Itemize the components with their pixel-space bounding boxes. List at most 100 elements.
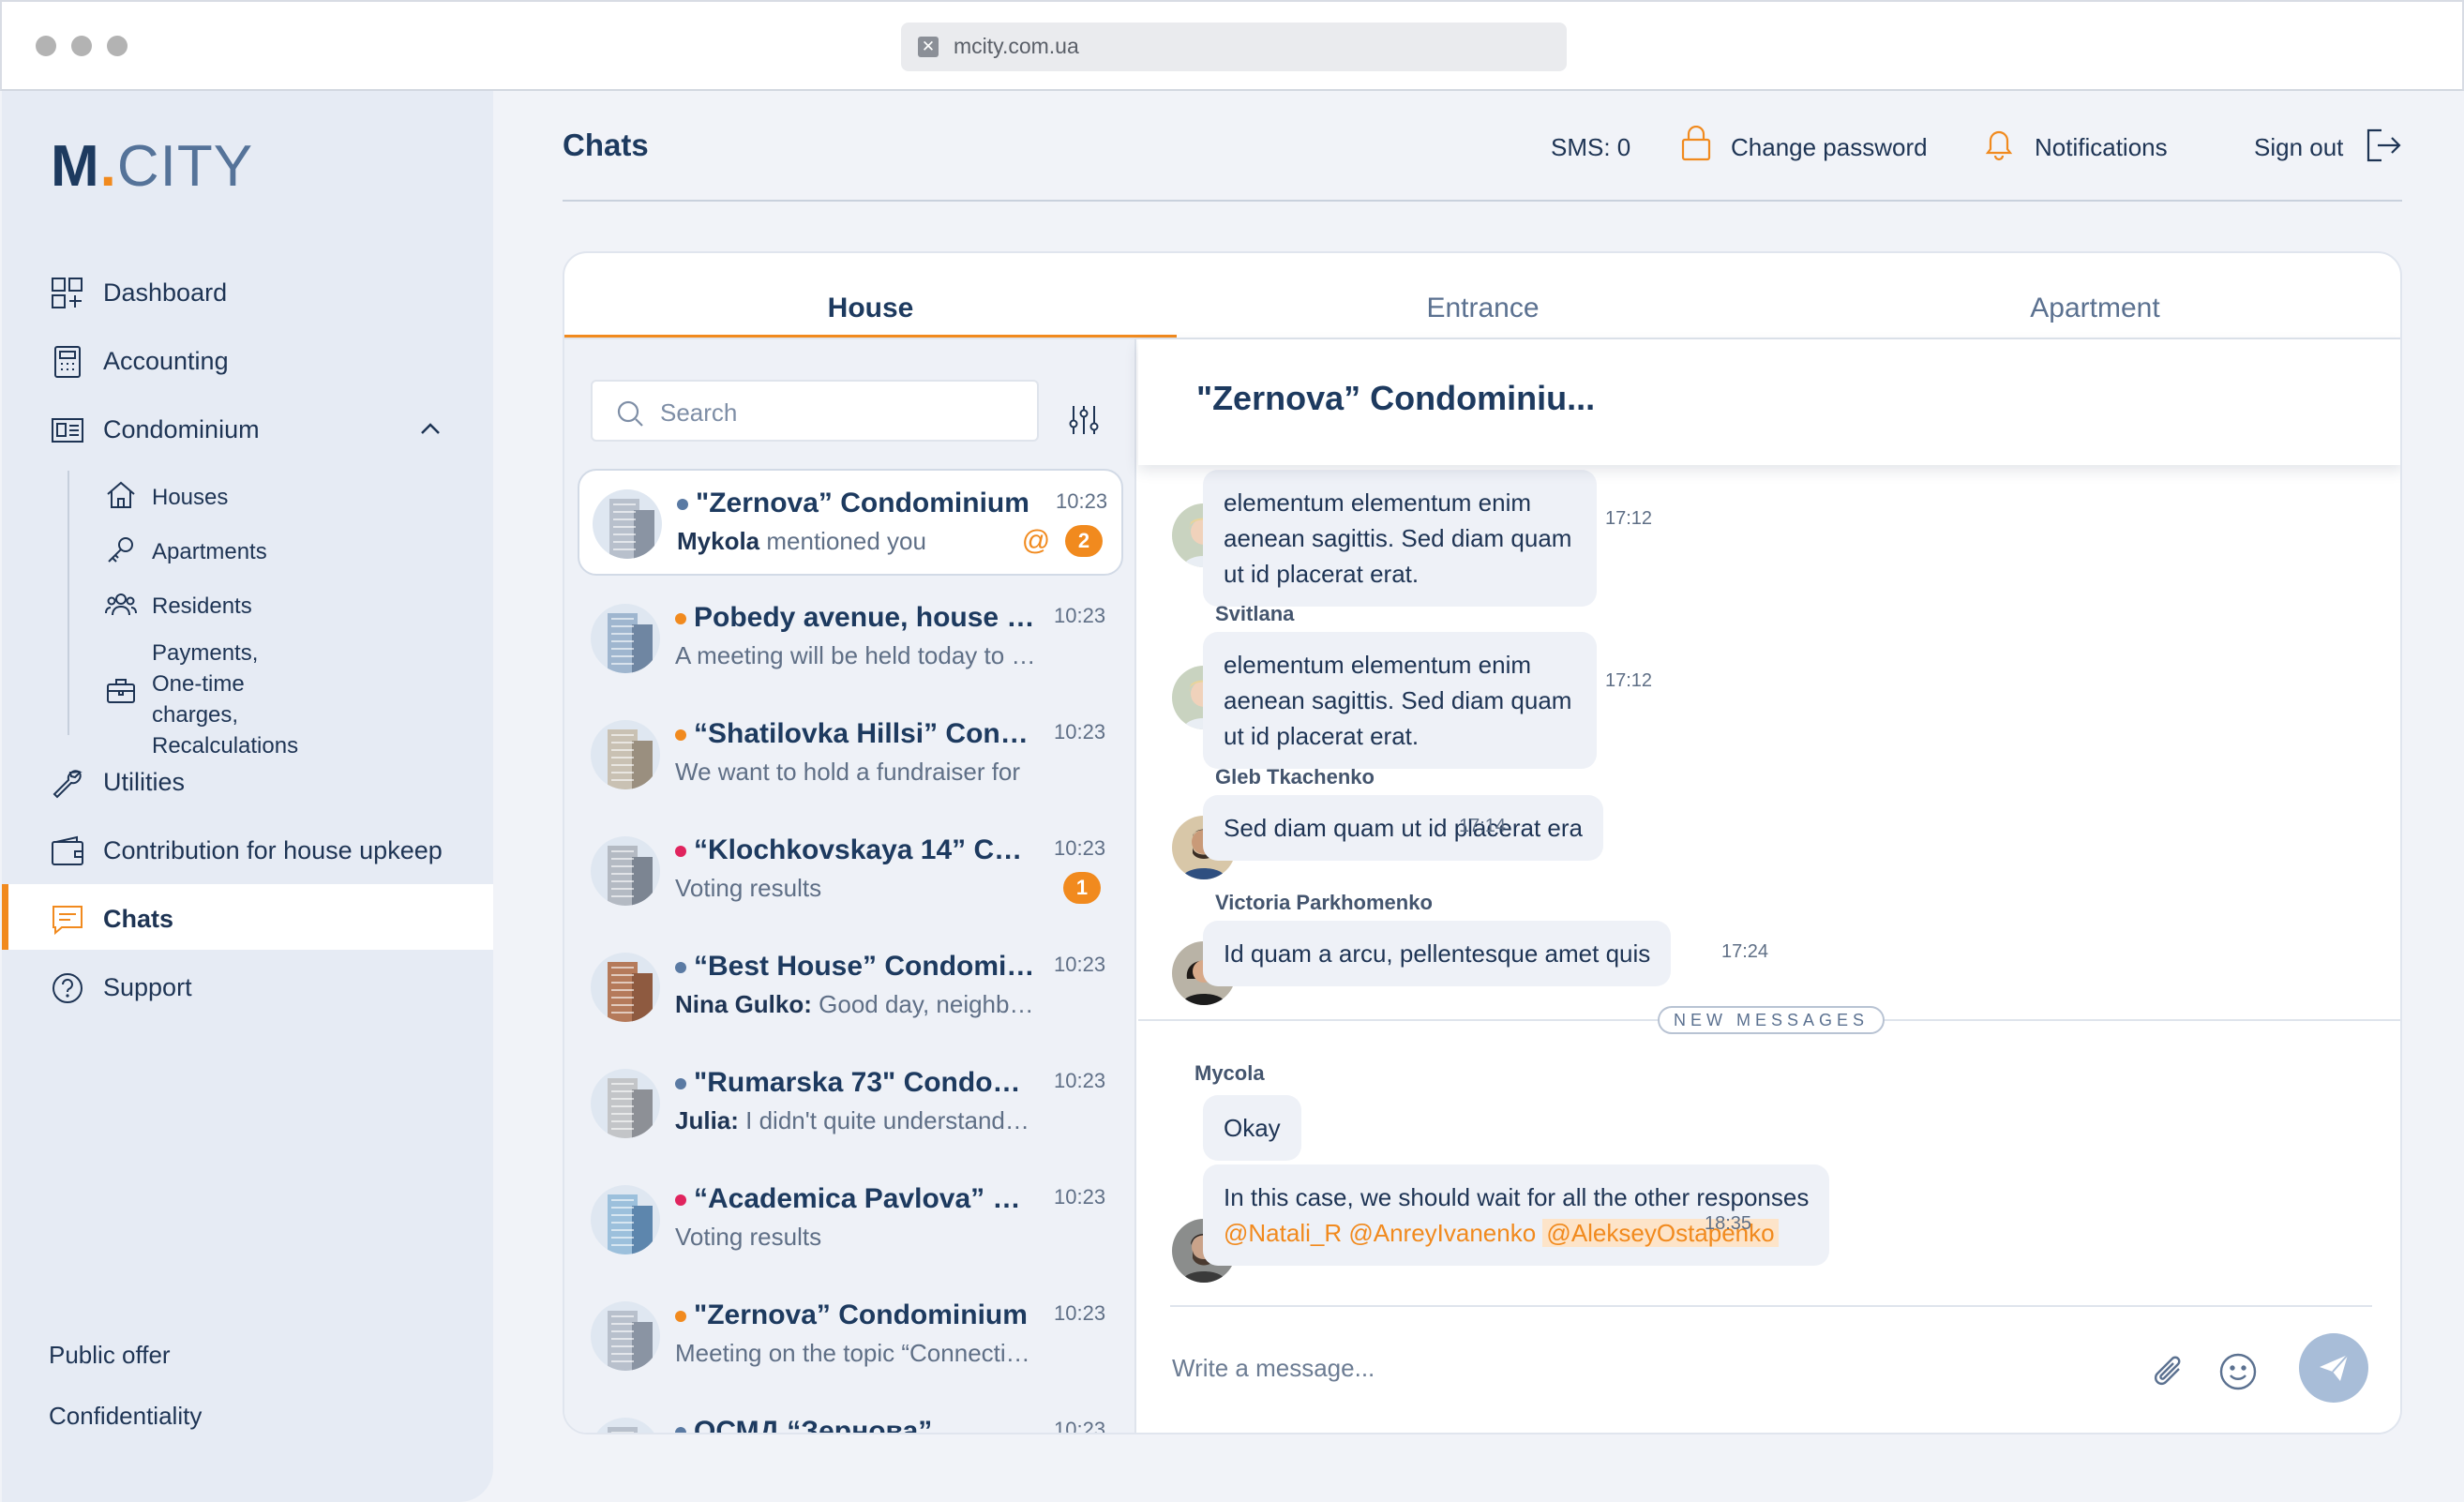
message-sender: Victoria Parkhomenko bbox=[1215, 891, 1433, 914]
address-bar[interactable]: ✕ mcity.com.ua bbox=[901, 23, 1567, 71]
chat-preview: A meeting will be held today to discuss bbox=[675, 641, 1036, 670]
tab-house[interactable]: House bbox=[564, 253, 1177, 338]
chats-card: House Entrance Apartment Search "Zernova… bbox=[563, 251, 2402, 1434]
mention-link[interactable]: @AnreyIvanenko bbox=[1348, 1219, 1536, 1247]
chat-time: 10:23 bbox=[1054, 1069, 1106, 1092]
browser-chrome: ✕ mcity.com.ua bbox=[0, 0, 2464, 91]
chat-avatar bbox=[591, 1069, 660, 1138]
window-close-dot[interactable] bbox=[36, 36, 56, 56]
chat-status-dot bbox=[675, 1078, 686, 1089]
calculator-icon bbox=[54, 346, 81, 378]
search-placeholder: Search bbox=[660, 398, 738, 427]
conversation-panel: "Zernova” Condominiu... elementum elemen… bbox=[1138, 339, 2400, 1433]
chat-preview-text: A meeting will be held today to discuss bbox=[675, 641, 1036, 669]
building-card-icon bbox=[52, 418, 83, 443]
message-bubble: elementum elementum enim aenean sagittis… bbox=[1203, 470, 1597, 607]
filter-settings-icon[interactable] bbox=[1067, 403, 1101, 437]
nav-label: Dashboard bbox=[103, 278, 228, 307]
chat-status-dot bbox=[675, 846, 686, 857]
message-bubble: Okay bbox=[1203, 1095, 1301, 1161]
chat-preview-text: Good day, neighbours bbox=[811, 990, 1036, 1018]
composer-divider bbox=[1170, 1305, 2372, 1307]
window-minimize-dot[interactable] bbox=[71, 36, 92, 56]
window-maximize-dot[interactable] bbox=[107, 36, 128, 56]
chat-status-dot bbox=[675, 1194, 686, 1206]
nav-item-condominium[interactable]: Condominium bbox=[2, 395, 493, 460]
message-input[interactable]: Write a message... bbox=[1172, 1354, 1375, 1383]
chat-preview: Meeting on the topic “Connecting” bbox=[675, 1339, 1036, 1368]
message-text: In this case, we should wait for all the… bbox=[1224, 1183, 1810, 1211]
subnav-guide-line bbox=[68, 471, 69, 735]
chat-list-item[interactable]: “Best House” Condominium Nina Gulko: Good… bbox=[578, 934, 1123, 1041]
chat-icon bbox=[53, 906, 83, 936]
chat-list-item[interactable]: "Zernova” Condominium Meeting on the topi… bbox=[578, 1283, 1123, 1389]
search-input[interactable]: Search bbox=[591, 380, 1039, 442]
emoji-icon[interactable] bbox=[2218, 1352, 2258, 1391]
nav-item-chats[interactable]: Chats bbox=[2, 884, 493, 950]
chat-name: Pobedy avenue, house 12 bbox=[694, 602, 1036, 633]
nav-label: Contribution for house upkeep bbox=[103, 836, 443, 864]
chat-status-dot bbox=[675, 729, 686, 741]
chat-time: 10:23 bbox=[1054, 1418, 1106, 1434]
close-tab-icon[interactable]: ✕ bbox=[918, 37, 939, 57]
message-bubble: Id quam a arcu, pellentesque amet quis bbox=[1203, 921, 1672, 986]
chat-preview-text: Meeting on the topic “Connecting” bbox=[675, 1339, 1036, 1367]
chat-status-dot bbox=[677, 499, 688, 510]
paperclip-icon[interactable] bbox=[2151, 1352, 2188, 1391]
message-sender: Svitlana bbox=[1215, 602, 1295, 625]
chat-list-item[interactable]: "Zernova” Condominium Mykola mentioned yo… bbox=[578, 469, 1123, 576]
tab-apartment[interactable]: Apartment bbox=[1789, 253, 2400, 338]
chat-list-item[interactable]: ОСМД “Зернова” 10:23 bbox=[578, 1399, 1123, 1434]
chat-time: 10:23 bbox=[1056, 489, 1108, 513]
tab-entrance[interactable]: Entrance bbox=[1177, 253, 1789, 338]
subnav-label: Payments, One-time charges, Recalculatio… bbox=[152, 640, 299, 759]
chat-time: 10:23 bbox=[1054, 1301, 1106, 1325]
chat-status-dot bbox=[675, 1427, 686, 1433]
chat-list-item[interactable]: “Klochkovskaya 14” Condominium Voting res… bbox=[578, 818, 1123, 924]
chevron-up-icon[interactable] bbox=[419, 421, 442, 436]
nav-item-dashboard[interactable]: Dashboard bbox=[2, 258, 493, 323]
nav-item-accounting[interactable]: Accounting bbox=[2, 326, 493, 392]
chat-name: “Best House” Condominium bbox=[694, 951, 1036, 982]
message-bubble: elementum elementum enim aenean sagittis… bbox=[1203, 632, 1597, 769]
chat-preview: We want to hold a fundraiser for bbox=[675, 758, 1036, 787]
nav-item-support[interactable]: Support bbox=[2, 953, 493, 1018]
mention-link[interactable]: @Natali_R bbox=[1224, 1219, 1342, 1247]
chat-avatar bbox=[591, 720, 660, 789]
chat-preview-text: We want to hold a fundraiser for bbox=[675, 758, 1021, 786]
chat-list-item[interactable]: Pobedy avenue, house 12 A meeting will be… bbox=[578, 585, 1123, 692]
message-text: Okay bbox=[1224, 1114, 1281, 1142]
app-logo[interactable]: M.CITY bbox=[51, 133, 253, 200]
chat-list-item[interactable]: “Academica Pavlova” Condominium Voting re… bbox=[578, 1166, 1123, 1273]
public-offer-link[interactable]: Public offer bbox=[49, 1341, 171, 1370]
chat-list-item[interactable]: “Shatilovka Hillsi” Condominium We want t… bbox=[578, 701, 1123, 808]
nav-item-contribution[interactable]: Contribution for house upkeep bbox=[2, 816, 493, 881]
conversation-header: "Zernova” Condominiu... bbox=[1138, 339, 2400, 465]
message-text: elementum elementum enim aenean sagittis… bbox=[1224, 488, 1572, 588]
notifications-label: Notifications bbox=[2035, 133, 2168, 161]
send-icon bbox=[2320, 1354, 2349, 1381]
unread-badge: 2 bbox=[1065, 525, 1103, 557]
chat-name: “Shatilovka Hillsi” Condominium bbox=[694, 718, 1036, 749]
nav-item-utilities[interactable]: Utilities bbox=[2, 747, 493, 813]
confidentiality-link[interactable]: Confidentiality bbox=[49, 1402, 202, 1431]
header-divider bbox=[563, 200, 2402, 202]
chat-preview: Nina Gulko: Good day, neighbours bbox=[675, 990, 1036, 1019]
chat-avatar bbox=[591, 1418, 660, 1433]
sign-out-button[interactable]: Sign out bbox=[2254, 128, 2401, 162]
chat-preview-author: Mykola bbox=[677, 527, 760, 555]
nav-label: Chats bbox=[103, 905, 174, 933]
message-sender: Gleb Tkachenko bbox=[1215, 765, 1375, 789]
nav-label: Support bbox=[103, 973, 192, 1001]
chat-time: 10:23 bbox=[1054, 953, 1106, 976]
chat-preview-text: Voting results bbox=[675, 874, 822, 902]
chat-name: “Klochkovskaya 14” Condominium bbox=[694, 834, 1036, 865]
chat-list-item[interactable]: "Rumarska 73" Condominium Julia: I didn't… bbox=[578, 1050, 1123, 1157]
chat-time: 10:23 bbox=[1054, 1185, 1106, 1209]
new-messages-label: NEW MESSAGES bbox=[1658, 1006, 1885, 1034]
chat-avatar bbox=[591, 836, 660, 906]
chat-list-panel: Search "Zernova” Condominium Mykola menti… bbox=[564, 339, 1136, 1434]
page-title: Chats bbox=[563, 128, 649, 162]
send-button[interactable] bbox=[2299, 1333, 2368, 1403]
mention-icon: @ bbox=[1021, 525, 1051, 556]
